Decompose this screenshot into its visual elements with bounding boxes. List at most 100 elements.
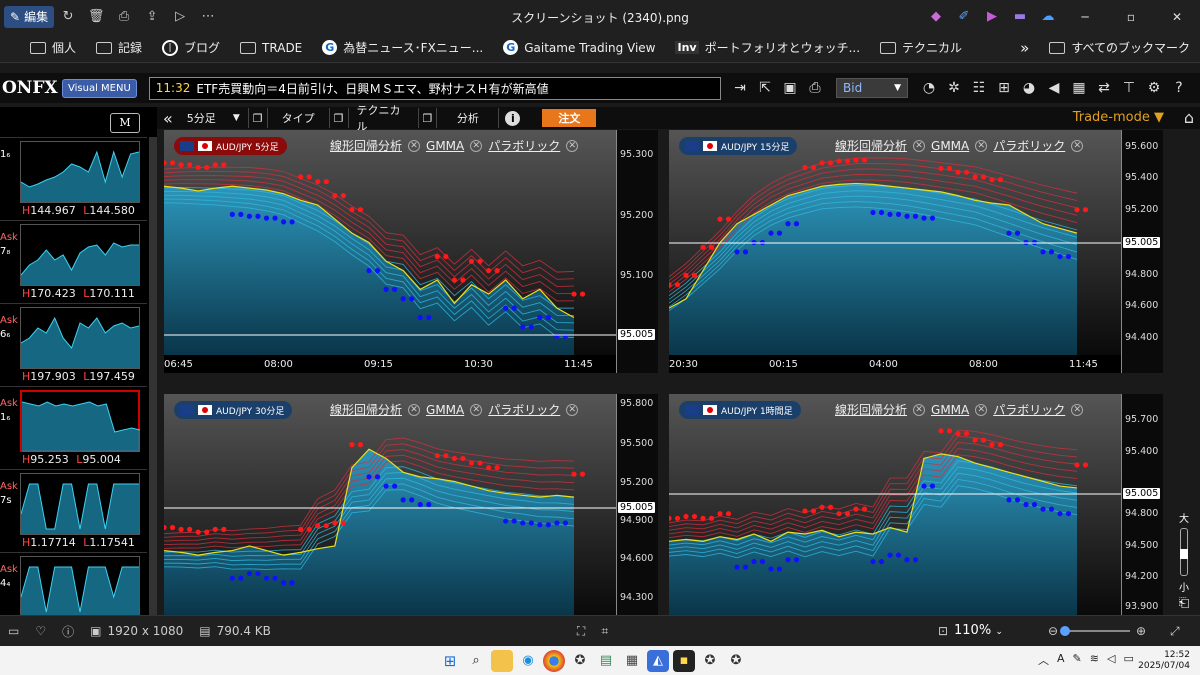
mini-chart[interactable] (20, 307, 140, 369)
logout-icon[interactable]: ⇥ (730, 78, 750, 98)
delete-icon[interactable]: 🗑 (82, 6, 110, 28)
zoom-out-icon[interactable]: ⊖ (1048, 624, 1058, 638)
mini-chart[interactable] (20, 141, 140, 203)
analysis-button[interactable]: 分析 (437, 108, 500, 128)
clipchamp-icon[interactable]: ▶ (978, 6, 1006, 28)
vertical-zoom-control[interactable]: 大 小 ⎗ (1170, 510, 1198, 615)
trading-app-icon[interactable]: ✪ (725, 650, 747, 672)
bookmark-records[interactable]: 記録 (86, 39, 152, 56)
type-button[interactable]: タイプ (268, 108, 330, 128)
rate-tile[interactable]: Ask 1₆ H95.253 L95.004 (0, 386, 147, 468)
info-circle-icon[interactable]: ⓘ (54, 623, 82, 640)
zoom-thumb[interactable] (1180, 549, 1188, 559)
bookmark-gaitame-tv[interactable]: G Gaitame Trading View (493, 40, 665, 55)
slideshow-icon[interactable]: ▷ (166, 6, 194, 28)
share-icon[interactable]: ⇪ (138, 6, 166, 28)
edit-image-icon[interactable]: ✐ (950, 6, 978, 28)
parabolic-indicator[interactable]: パラボリック (993, 401, 1065, 418)
all-bookmarks[interactable]: すべてのブックマーク (1039, 39, 1200, 56)
zoom-slider-knob[interactable] (1060, 626, 1070, 636)
export-icon[interactable]: ⇱ (755, 78, 775, 98)
volume-icon[interactable]: ◁ (1107, 652, 1115, 668)
remove-indicator-icon[interactable]: ✕ (566, 403, 579, 416)
print-icon[interactable]: ⎙ (110, 6, 138, 28)
start-icon[interactable]: ⊞ (439, 650, 461, 672)
bookmark-portfolio[interactable]: Inv ポートフォリオとウォッチ... (665, 39, 870, 56)
close-button[interactable]: ✕ (1154, 10, 1200, 24)
price-axis[interactable]: 95.300 95.200 95.100 95.005 (616, 130, 658, 373)
parabolic-indicator[interactable]: パラボリック (488, 401, 560, 418)
linreg-indicator[interactable]: 線形回帰分析 (330, 401, 402, 418)
timeframe-select[interactable]: 5分足 ▼ (179, 108, 249, 128)
zoom-in-icon[interactable]: ⊕ (1136, 624, 1146, 638)
visual-menu-button[interactable]: Visual MENU (62, 78, 137, 98)
remove-indicator-icon[interactable]: ✕ (470, 403, 483, 416)
search-icon[interactable]: ⌕ (465, 650, 487, 672)
remove-indicator-icon[interactable]: ✕ (470, 139, 483, 152)
megaphone-icon[interactable]: ◀ (1044, 78, 1064, 98)
trading-app-icon[interactable]: ✪ (699, 650, 721, 672)
rate-tile[interactable]: Ask 6₆ H197.903 L197.459 (0, 303, 147, 385)
zoom-slider[interactable] (1064, 630, 1130, 632)
mini-chart[interactable] (20, 556, 140, 615)
file-explorer-icon[interactable] (491, 649, 513, 672)
system-clock[interactable]: 12:52 2025/07/04 (1138, 650, 1190, 672)
chart-panel[interactable]: AUD/JPY 5分足 線形回帰分析 ✕ GMMA ✕ パラボリック ✕ 95.300… (164, 130, 658, 373)
remove-indicator-icon[interactable]: ✕ (975, 139, 988, 152)
fit-icon[interactable]: ⊡ (930, 624, 956, 638)
remove-indicator-icon[interactable]: ✕ (408, 403, 421, 416)
news-ticker[interactable]: 11:32 ETF売買動向＝4日前引け、日興ＭＳエマ、野村ナスＨ有が新高値 (148, 76, 721, 100)
copy-icon[interactable]: ❐ (419, 108, 438, 128)
sidebar-scrollbar[interactable] (149, 137, 157, 615)
onedrive-icon[interactable]: ☁ (1034, 6, 1062, 28)
close-icon[interactable]: ✕ (1194, 78, 1200, 98)
remove-indicator-icon[interactable]: ✕ (1071, 403, 1084, 416)
remove-indicator-icon[interactable]: ✕ (913, 403, 926, 416)
info-icon[interactable]: i (499, 108, 526, 128)
photos-icon[interactable]: ▬ (1006, 6, 1034, 28)
order-button[interactable]: 注文 (542, 109, 597, 127)
gmma-indicator[interactable]: GMMA (426, 139, 464, 153)
symbol-tag[interactable]: AUD/JPY 15分足 (679, 137, 798, 155)
chart-panel[interactable]: AUD/JPY 1時間足 線形回帰分析 ✕ GMMA ✕ パラボリック ✕ 95.70… (669, 394, 1163, 615)
gear-icon[interactable]: ⚙ (1144, 78, 1164, 98)
symbol-tag[interactable]: AUD/JPY 30分足 (174, 401, 293, 419)
favorite-icon[interactable]: ♡ (27, 624, 54, 638)
printer-icon[interactable]: ⎙ (805, 78, 825, 98)
ime-indicator[interactable]: A (1057, 652, 1065, 668)
linreg-indicator[interactable]: 線形回帰分析 (330, 137, 402, 154)
grid-icon[interactable]: ⊞ (994, 78, 1014, 98)
bookmark-overflow-icon[interactable]: » (1010, 39, 1039, 57)
chevron-up-icon[interactable]: ︿ (1038, 652, 1049, 668)
price-axis[interactable]: 95.700 95.400 94.800 94.500 94.200 93.900 95.… (1121, 394, 1163, 615)
ladder-icon[interactable]: ☷ (969, 78, 989, 98)
wifi-icon[interactable]: ≋ (1090, 652, 1099, 668)
zoom-level[interactable]: 110% ⌄ (954, 623, 1003, 638)
signpost-icon[interactable]: ⊤ (1119, 78, 1139, 98)
rate-tile[interactable]: 1₆ H144.967 L144.580 (0, 137, 147, 219)
heatmap-icon[interactable]: ▦ (1069, 78, 1089, 98)
bookmark-fx-news[interactable]: G 為替ニュース･FXニュー... (312, 39, 493, 56)
calculator-icon[interactable]: ▦ (621, 650, 643, 672)
symbol-tag[interactable]: AUD/JPY 5分足 (174, 137, 287, 155)
linreg-indicator[interactable]: 線形回帰分析 (835, 137, 907, 154)
speedometer-icon[interactable]: ◔ (919, 78, 939, 98)
gmma-indicator[interactable]: GMMA (426, 403, 464, 417)
parabolic-indicator[interactable]: パラボリック (488, 137, 560, 154)
copy-icon[interactable]: ❐ (330, 108, 349, 128)
mini-chart[interactable] (20, 390, 141, 452)
remove-indicator-icon[interactable]: ✕ (913, 139, 926, 152)
filmstrip-icon[interactable]: ▭ (0, 624, 27, 638)
m-button[interactable]: M (110, 113, 140, 133)
help-icon[interactable]: ? (1169, 78, 1189, 98)
bookmark-trade[interactable]: TRADE (230, 41, 312, 55)
rate-tile[interactable]: Ask 7s H1.17714 L1.17541 (0, 469, 147, 551)
chart-panel[interactable]: AUD/JPY 30分足 線形回帰分析 ✕ GMMA ✕ パラボリック ✕ 95.80… (164, 394, 658, 615)
copilot-icon[interactable]: ◆ (922, 6, 950, 28)
minimize-button[interactable]: ─ (1062, 10, 1108, 24)
app-icon[interactable]: ✪ (569, 650, 591, 672)
crop-icon[interactable]: ⛶ (569, 624, 593, 639)
fullscreen-icon[interactable]: ⤢ (1170, 624, 1180, 639)
sticky-icon[interactable]: ▪ (673, 649, 695, 672)
home-icon[interactable]: ⌂ (1184, 108, 1194, 127)
